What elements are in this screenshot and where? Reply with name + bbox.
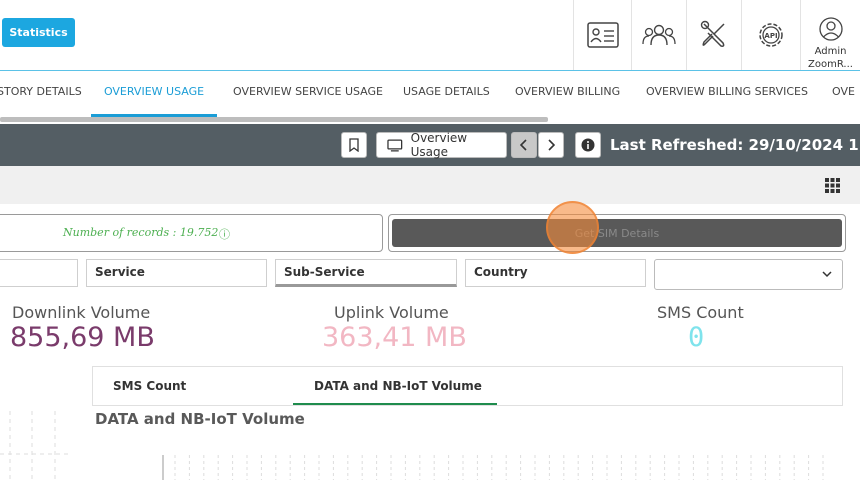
chart-gridlines [162, 455, 824, 480]
tab-overview-service-usage[interactable]: OVERVIEW SERVICE USAGE [233, 71, 383, 117]
filter-country[interactable]: Country [465, 259, 646, 287]
records-panel: Number of records : 19.752 ⓘ [0, 214, 383, 252]
kpi-downlink-label: Downlink Volume [12, 303, 151, 322]
sheet-tabs: STORY DETAILS OVERVIEW USAGE OVERVIEW SE… [0, 71, 860, 124]
records-count-text: Number of records : 19.752 [63, 226, 219, 239]
id-card-icon [586, 22, 619, 48]
user-label: ZoomR... [808, 59, 853, 70]
chevron-right-icon [548, 139, 555, 151]
info-icon [581, 138, 595, 152]
chart-tabs: SMS Count DATA and NB-IoT Volume [92, 366, 843, 406]
filter-dropdown[interactable] [654, 259, 843, 290]
chevron-down-icon [822, 271, 832, 278]
tools-button[interactable] [686, 0, 741, 70]
bookmark-button[interactable] [341, 132, 367, 158]
click-indicator [546, 201, 599, 254]
tab-overview-billing-services[interactable]: OVERVIEW BILLING SERVICES [646, 71, 808, 117]
kpi-downlink-value: 855,69 MB [10, 322, 155, 353]
admin-label: Admin [814, 46, 847, 57]
tools-icon [700, 20, 725, 47]
left-chart-fragment [0, 411, 70, 480]
api-button[interactable]: API [741, 0, 800, 70]
next-sheet-button[interactable] [538, 132, 564, 158]
svg-text:API: API [764, 32, 777, 40]
get-sim-details-button[interactable]: Get SIM Details [392, 219, 842, 247]
filter-empty[interactable] [0, 259, 78, 287]
tabs-scrollbar[interactable] [0, 117, 548, 122]
chart-tab-data-volume[interactable]: DATA and NB-IoT Volume [293, 367, 497, 405]
statistics-button[interactable]: Statistics [2, 18, 75, 47]
info-button[interactable] [575, 132, 601, 158]
last-refreshed-text: Last Refreshed: 29/10/2024 11:48 [610, 136, 860, 154]
sheet-selector[interactable]: Overview Usage [376, 131, 507, 159]
tab-overview-usage[interactable]: OVERVIEW USAGE [91, 71, 217, 117]
kpi-uplink-value: 363,41 MB [322, 322, 467, 353]
sheet-icon [387, 138, 403, 152]
filter-service[interactable]: Service [86, 259, 267, 287]
toolbar: Overview Usage Last Refreshed: 29/10/202… [0, 124, 860, 166]
chart-title: DATA and NB-IoT Volume [95, 410, 305, 428]
chevron-left-icon [520, 139, 527, 151]
user-icon [818, 17, 843, 41]
bookmark-icon [349, 138, 359, 152]
kpi-sms-label: SMS Count [657, 303, 744, 322]
users-button[interactable] [631, 0, 686, 70]
previous-sheet-button[interactable] [511, 132, 537, 158]
tab-overflow[interactable]: OVE [832, 71, 855, 117]
tab-story-details[interactable]: STORY DETAILS [0, 71, 82, 117]
user-menu[interactable]: Admin ZoomR... [800, 0, 860, 70]
info-circle-icon[interactable]: ⓘ [219, 226, 230, 242]
tab-overview-billing[interactable]: OVERVIEW BILLING [515, 71, 620, 117]
sheet-label: Overview Usage [410, 131, 468, 159]
chart-tab-sms-count[interactable]: SMS Count [113, 367, 186, 405]
id-card-button[interactable] [573, 0, 631, 70]
users-icon [642, 24, 676, 46]
grid-layout-icon[interactable] [825, 178, 840, 193]
app-header: Statistics API Admin ZoomR... [0, 0, 860, 71]
kpi-sms-value: 0 [688, 322, 705, 353]
api-gear-icon: API [759, 23, 783, 47]
sheet-subbar [0, 166, 860, 204]
sim-details-panel: Get SIM Details [388, 214, 846, 252]
tab-usage-details[interactable]: USAGE DETAILS [403, 71, 490, 117]
filter-subservice[interactable]: Sub-Service [275, 259, 457, 287]
kpi-uplink-label: Uplink Volume [334, 303, 449, 322]
